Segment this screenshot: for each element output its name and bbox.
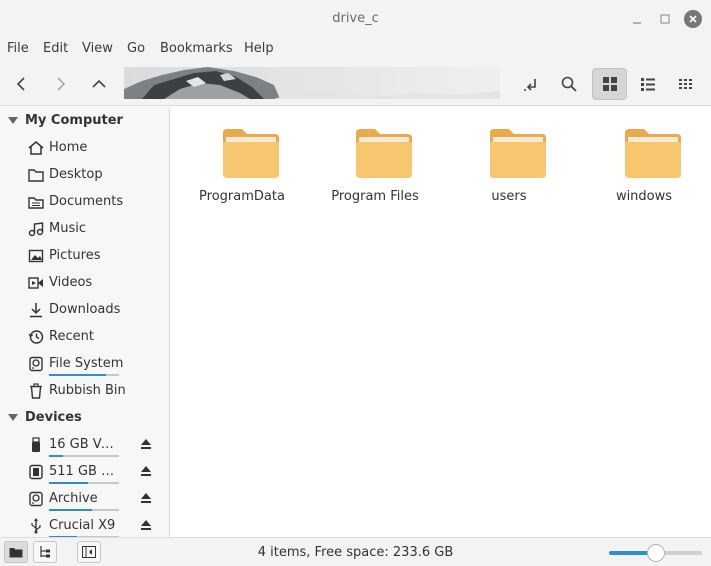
sidebar-item-rubbish-bin[interactable]: Rubbish Bin <box>0 377 169 404</box>
file-item[interactable]: users <box>449 127 569 217</box>
sidebar-item-crucial-x9[interactable]: Crucial X9 <box>0 512 169 537</box>
search-button[interactable] <box>553 68 585 100</box>
home-icon <box>27 139 45 157</box>
up-button[interactable] <box>83 68 115 100</box>
sidebar-item-recent[interactable]: Recent <box>0 323 169 350</box>
compact-grid-icon <box>679 79 692 89</box>
file-item[interactable]: ProgramData <box>182 127 302 217</box>
usage-bar-fill <box>49 509 93 511</box>
sidebar-item-pictures[interactable]: Pictures <box>0 242 169 269</box>
video-icon <box>27 274 45 292</box>
eject-icon[interactable] <box>140 465 152 477</box>
document-icon <box>27 193 45 211</box>
chevron-right-icon <box>57 77 66 91</box>
usb-symbol-icon <box>27 517 45 535</box>
grid-icon <box>602 77 617 91</box>
maximize-icon <box>660 14 670 24</box>
sidebar: My Computer Home Desktop Documents Music… <box>0 107 170 537</box>
icon-view-button[interactable] <box>592 68 627 100</box>
sidebar-item-home[interactable]: Home <box>0 134 169 161</box>
zoom-slider[interactable] <box>609 544 702 562</box>
title-bar: drive_c <box>0 0 711 38</box>
status-text: 4 items, Free space: 233.6 GB <box>257 545 454 560</box>
usage-bar <box>49 509 119 511</box>
sidebar-item-511gb-volume[interactable]: 511 GB Volume <box>0 458 169 485</box>
collapse-triangle-icon <box>8 117 18 124</box>
search-icon <box>561 76 577 92</box>
trash-icon <box>27 382 45 400</box>
disk-icon <box>27 463 45 481</box>
section-devices[interactable]: Devices <box>0 406 169 430</box>
usage-bar-fill <box>49 455 63 457</box>
location-entry-icon <box>524 79 536 91</box>
sidebar-item-music[interactable]: Music <box>0 215 169 242</box>
toolbar <box>0 62 711 106</box>
usage-bar-fill <box>49 482 88 484</box>
sidebar-item-16gb-volume[interactable]: 16 GB Volume <box>0 431 169 458</box>
chevron-left-icon <box>16 77 25 91</box>
minimize-button[interactable] <box>626 8 648 30</box>
eject-icon[interactable] <box>140 492 152 504</box>
usage-bar <box>49 455 119 457</box>
compact-view-button[interactable] <box>670 68 702 100</box>
mountain-banner-image <box>124 67 500 99</box>
minimize-icon <box>633 22 641 24</box>
menu-bookmarks[interactable]: Bookmarks <box>160 41 233 56</box>
folder-icon <box>625 129 681 178</box>
sidebar-item-archive[interactable]: Archive <box>0 485 169 512</box>
collapse-triangle-icon <box>8 414 18 421</box>
menu-help[interactable]: Help <box>244 41 274 56</box>
folder-icon <box>27 166 45 184</box>
zoom-slider-handle[interactable] <box>646 544 665 562</box>
menu-bar: File Edit View Go Bookmarks Help <box>0 38 711 62</box>
folder-icon <box>356 129 412 178</box>
location-banner <box>124 67 500 99</box>
menu-file[interactable]: File <box>7 41 29 56</box>
menu-edit[interactable]: Edit <box>43 41 68 56</box>
file-item[interactable]: windows <box>584 127 704 217</box>
usage-bar-fill <box>49 374 107 376</box>
toggle-location-button[interactable] <box>515 68 547 100</box>
sidebar-item-desktop[interactable]: Desktop <box>0 161 169 188</box>
usage-bar <box>49 374 119 376</box>
file-item[interactable]: Program Files <box>315 127 435 217</box>
recent-icon <box>27 328 45 346</box>
close-icon <box>689 15 697 23</box>
drive-icon <box>27 355 45 373</box>
chevron-up-icon <box>92 79 106 88</box>
list-icon <box>641 78 655 91</box>
back-button[interactable] <box>6 68 38 100</box>
drive-icon <box>27 490 45 508</box>
file-view: ProgramData Program Files users windows <box>171 107 711 537</box>
music-icon <box>27 220 45 238</box>
usb-icon <box>27 436 45 454</box>
usage-bar <box>49 482 119 484</box>
eject-icon[interactable] <box>140 519 152 531</box>
section-my-computer[interactable]: My Computer <box>0 109 169 133</box>
list-view-button[interactable] <box>632 68 664 100</box>
sidebar-item-file-system[interactable]: File System <box>0 350 169 377</box>
window-title: drive_c <box>332 11 379 26</box>
status-bar: 4 items, Free space: 233.6 GB <box>0 537 711 566</box>
menu-view[interactable]: View <box>82 41 113 56</box>
sidebar-item-documents[interactable]: Documents <box>0 188 169 215</box>
eject-icon[interactable] <box>140 438 152 450</box>
folder-icon <box>223 129 279 178</box>
maximize-button[interactable] <box>654 8 676 30</box>
folder-icon <box>490 129 546 178</box>
close-button[interactable] <box>682 8 704 30</box>
picture-icon <box>27 247 45 265</box>
download-icon <box>27 301 45 319</box>
sidebar-item-videos[interactable]: Videos <box>0 269 169 296</box>
forward-button[interactable] <box>44 68 76 100</box>
menu-go[interactable]: Go <box>127 41 145 56</box>
sidebar-item-downloads[interactable]: Downloads <box>0 296 169 323</box>
